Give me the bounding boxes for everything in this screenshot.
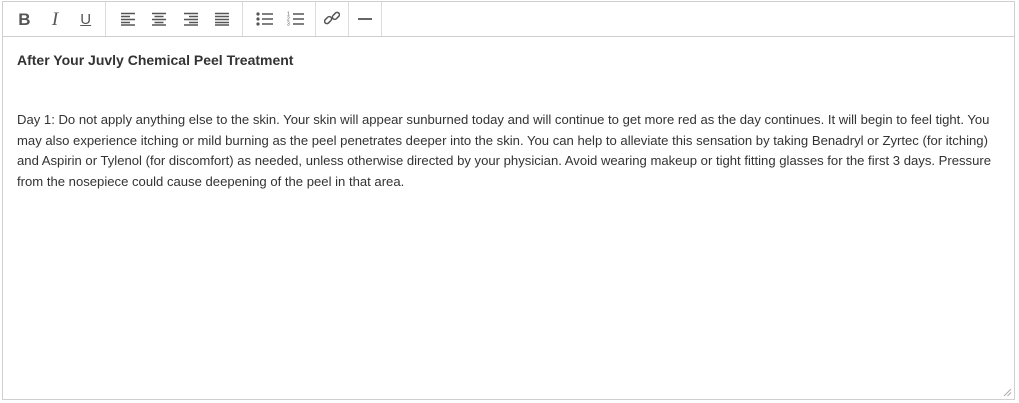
align-center-button[interactable]	[144, 3, 176, 35]
numbered-list-button[interactable]: 1 2 3	[280, 3, 311, 35]
editor-content[interactable]: After Your Juvly Chemical Peel Treatment…	[17, 50, 1007, 192]
italic-icon: I	[51, 8, 59, 30]
align-right-button[interactable]	[175, 3, 207, 35]
horizontal-rule-icon	[358, 18, 372, 20]
align-left-icon	[120, 12, 135, 26]
underline-button[interactable]: U	[70, 3, 101, 35]
bold-button[interactable]: B	[9, 3, 40, 35]
resize-handle-icon[interactable]	[1002, 387, 1012, 397]
align-left-button[interactable]	[112, 3, 144, 35]
numbered-list-icon: 1 2 3	[287, 12, 304, 28]
horizontal-rule-button[interactable]	[349, 3, 381, 35]
svg-text:3: 3	[287, 22, 290, 28]
bold-icon: B	[18, 9, 31, 29]
underline-icon: U	[80, 10, 92, 28]
align-right-icon	[183, 12, 198, 26]
align-justify-button[interactable]	[207, 3, 239, 35]
document-title: After Your Juvly Chemical Peel Treatment	[17, 52, 294, 68]
link-group	[316, 2, 349, 36]
align-justify-icon	[215, 12, 230, 26]
align-center-icon	[152, 12, 167, 26]
italic-button[interactable]: I	[40, 3, 71, 35]
link-button[interactable]	[316, 3, 348, 35]
bulleted-list-button[interactable]	[249, 3, 280, 35]
text-style-group: B I U	[3, 2, 106, 36]
bulleted-list-icon	[255, 12, 273, 26]
document-paragraph: Day 1: Do not apply anything else to the…	[17, 112, 992, 189]
list-group: 1 2 3	[243, 2, 316, 36]
rich-text-editor: B I U 1 2 3 After Your Juvly Chemical Pe…	[2, 1, 1015, 400]
rule-group	[349, 2, 382, 36]
link-icon	[324, 11, 340, 25]
alignment-group	[106, 2, 243, 36]
editor-toolbar: B I U 1 2 3	[3, 2, 1014, 37]
